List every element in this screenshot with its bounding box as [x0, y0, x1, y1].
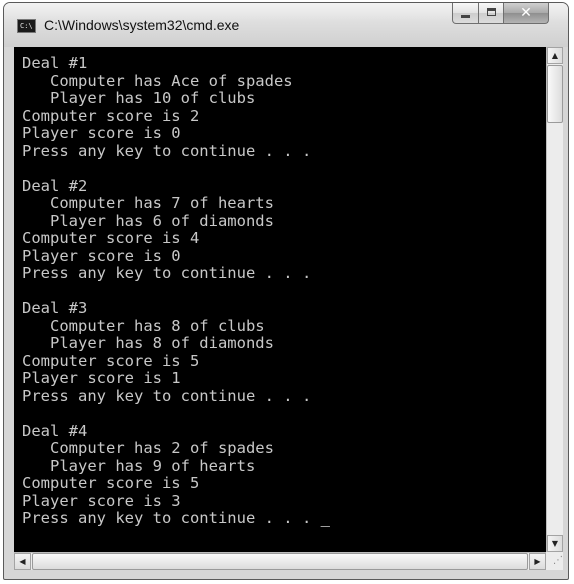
console-line: Computer has 8 of clubs	[22, 316, 265, 335]
console-line: Player has 8 of diamonds	[22, 334, 274, 352]
maximize-icon	[487, 8, 496, 16]
console-line: Player score is 0	[22, 124, 181, 142]
close-icon: ✕	[520, 5, 532, 21]
console-line: Player has 9 of hearts	[22, 456, 256, 475]
horizontal-scroll-thumb[interactable]	[32, 553, 528, 570]
resize-grip-icon[interactable]: ⋰	[546, 552, 563, 570]
console-line: Computer has Ace of spades	[22, 71, 293, 90]
scroll-up-button[interactable]: ▲	[547, 47, 563, 64]
window-title: C:\Windows\system32\cmd.exe	[44, 17, 240, 33]
console-line: Player has 10 of clubs	[22, 89, 256, 107]
console-line: Deal #4	[22, 421, 88, 440]
console-line: Deal #3	[22, 299, 88, 317]
console-output[interactable]: Deal #1 Computer has Ace of spades Playe…	[14, 47, 546, 552]
console-line: Press any key to continue . . .	[22, 264, 312, 282]
console-line: Press any key to continue . . .	[22, 509, 312, 527]
chevron-up-icon: ▲	[551, 51, 559, 60]
vertical-scrollbar[interactable]: ▲ ▼	[546, 47, 563, 552]
minimize-icon	[461, 15, 470, 18]
cmd-app-icon[interactable]: C:\	[17, 19, 36, 33]
console-line: Computer has 2 of spades	[22, 439, 274, 457]
close-button[interactable]: ✕	[503, 3, 549, 24]
console-line: Computer score is 2	[22, 106, 200, 125]
console-line: Player has 6 of diamonds	[22, 211, 274, 230]
chevron-down-icon: ▼	[551, 539, 559, 548]
scroll-right-button[interactable]: ▶	[529, 553, 546, 570]
console-line: Press any key to continue . . .	[22, 386, 312, 405]
chevron-right-icon: ▶	[534, 557, 541, 566]
console-line: Player score is 3	[22, 491, 181, 510]
scroll-left-button[interactable]: ◀	[14, 553, 31, 570]
scroll-down-button[interactable]: ▼	[547, 535, 563, 552]
horizontal-scrollbar[interactable]: ◀ ▶	[14, 552, 546, 570]
chevron-left-icon: ◀	[19, 557, 26, 566]
minimize-button[interactable]	[452, 3, 479, 24]
vertical-scroll-thumb[interactable]	[547, 65, 563, 123]
console-line: Player score is 1	[22, 369, 181, 387]
console-line: Player score is 0	[22, 246, 181, 265]
console-text: Deal #1 Computer has Ace of spades Playe…	[14, 47, 546, 528]
console-line: Computer has 7 of hearts	[22, 194, 274, 212]
console-line: Deal #1	[22, 54, 88, 72]
text-cursor: _	[320, 509, 330, 527]
maximize-button[interactable]	[478, 3, 504, 24]
cmd-window: C:\ C:\Windows\system32\cmd.exe ✕ Deal #…	[3, 2, 569, 580]
title-bar[interactable]: C:\ C:\Windows\system32\cmd.exe ✕	[4, 3, 568, 47]
console-line: Deal #2	[22, 176, 88, 195]
console-line: Computer score is 5	[22, 351, 200, 370]
console-line: Computer score is 5	[22, 474, 200, 492]
console-line: Press any key to continue . . .	[22, 141, 312, 160]
console-line: Computer score is 4	[22, 229, 200, 247]
